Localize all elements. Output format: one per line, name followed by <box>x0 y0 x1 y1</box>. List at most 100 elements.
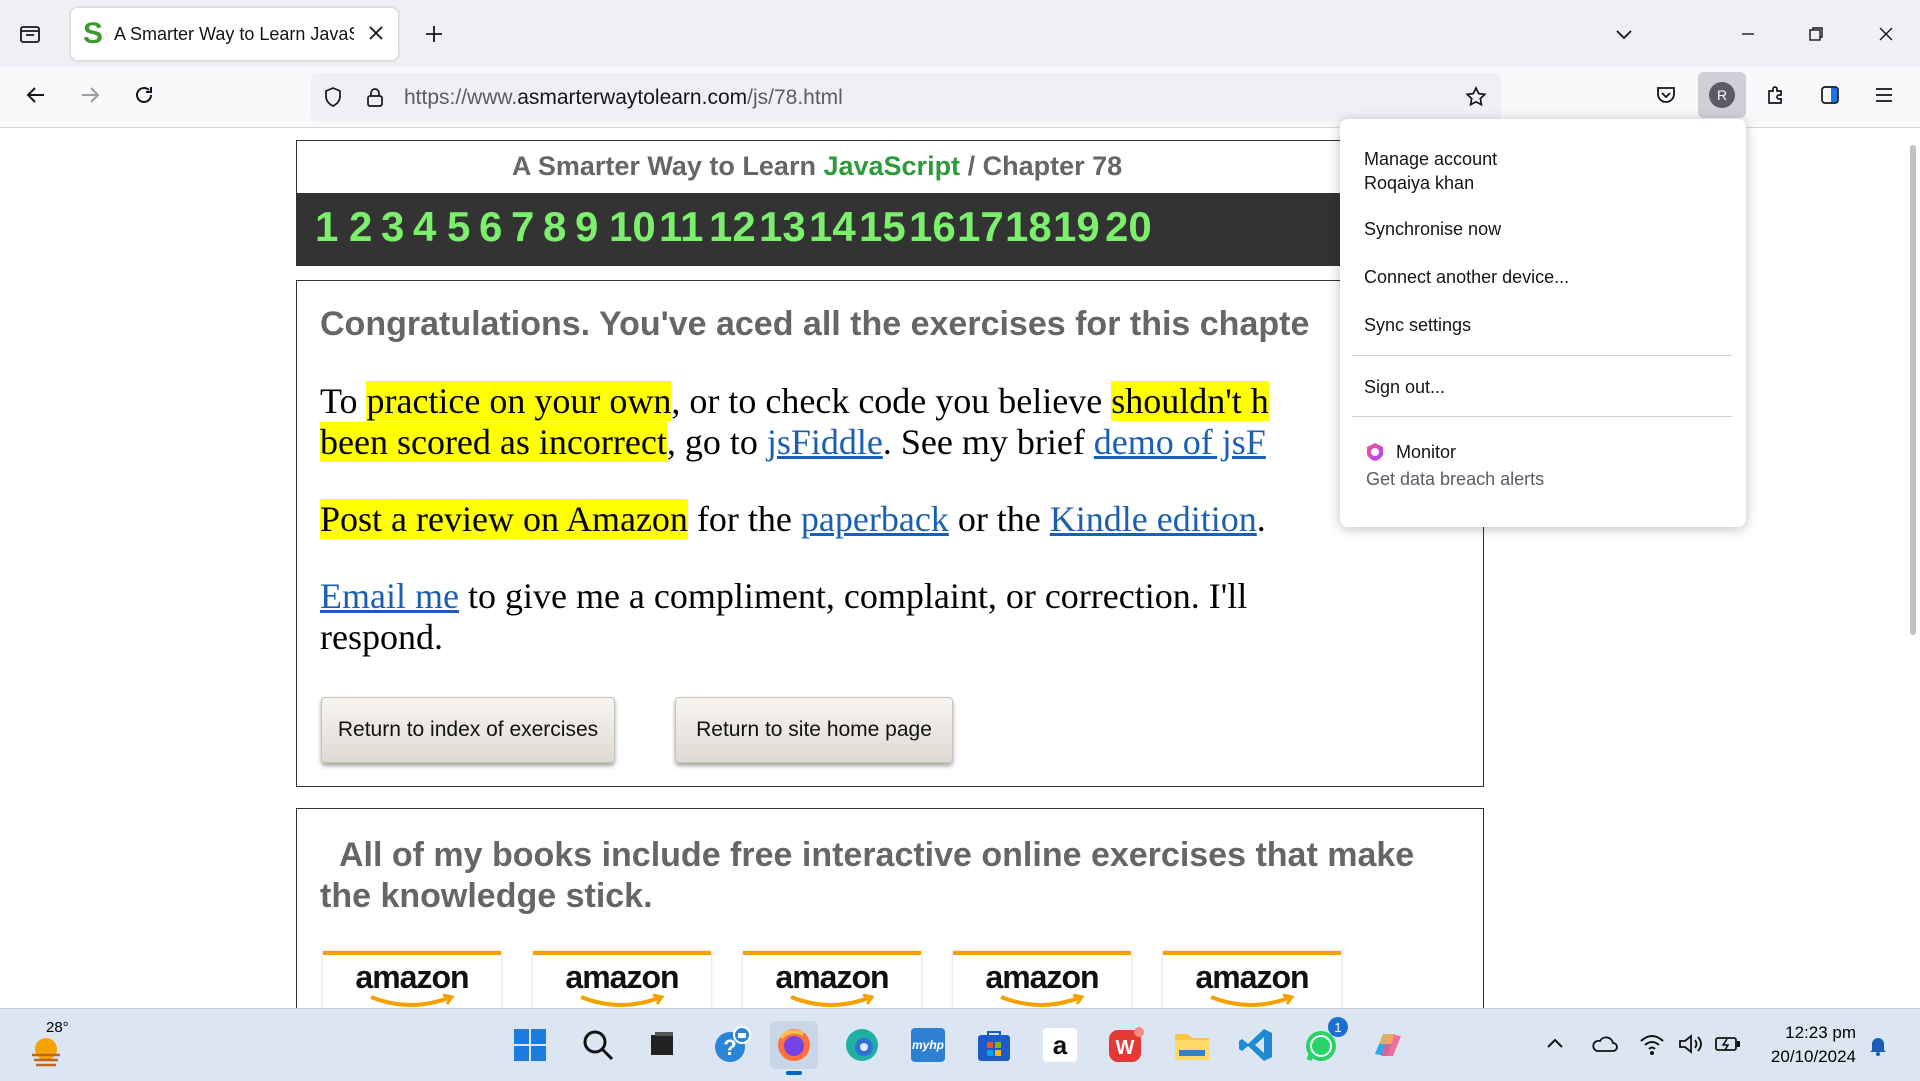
chapter-link-20[interactable]: 20 <box>1105 203 1152 251</box>
kindle-edition-link[interactable]: Kindle edition <box>1050 499 1257 539</box>
monitor-item[interactable]: Monitor Get data breach alerts <box>1364 441 1544 490</box>
chapter-link-4[interactable]: 4 <box>413 203 436 251</box>
tab-overview-button[interactable] <box>10 14 50 54</box>
return-to-index-button[interactable]: Return to index of exercises <box>321 697 615 763</box>
text: respond. <box>320 617 443 657</box>
url-domain: asmarterwaytolearn.com <box>517 86 748 109</box>
chapter-link-19[interactable]: 19 <box>1053 203 1100 251</box>
extensions-button[interactable] <box>1756 75 1796 115</box>
weather-widget[interactable]: 28° <box>24 1019 84 1069</box>
amazon-smile-icon <box>580 993 665 1007</box>
whatsapp-taskbar-button[interactable]: 1 <box>1298 1017 1348 1069</box>
list-all-tabs-button[interactable] <box>1604 14 1644 54</box>
url-text[interactable]: https://www.asmarterwaytolearn.com/js/78… <box>404 86 843 110</box>
minimize-window-button[interactable] <box>1724 14 1772 54</box>
amazon-book-link[interactable]: amazon <box>743 951 921 1008</box>
cloud-icon <box>1592 1036 1618 1052</box>
search-button[interactable] <box>574 1021 622 1069</box>
onedrive-tray-button[interactable] <box>1590 1033 1618 1055</box>
close-tab-icon[interactable] <box>364 21 388 45</box>
chapter-link-8[interactable]: 8 <box>543 203 566 251</box>
amazon-logo: amazon <box>775 959 889 995</box>
amazon-book-link[interactable]: amazon <box>323 951 501 1008</box>
chapter-link-15[interactable]: 15 <box>859 203 906 251</box>
reload-button[interactable] <box>124 75 164 115</box>
chapter-navigation: 1 2 3 4 5 6 7 8 9 10 11 12 13 14 15 16 17 18 19 20 <box>297 193 1483 265</box>
synchronise-now-item[interactable]: Synchronise now <box>1364 219 1501 240</box>
address-bar[interactable]: https://www.asmarterwaytolearn.com/js/78… <box>311 73 1501 121</box>
pocket-button[interactable] <box>1646 75 1686 115</box>
account-button[interactable]: R <box>1698 72 1746 118</box>
amazon-smile-icon <box>1000 993 1085 1007</box>
amazon-book-link[interactable]: amazon <box>1163 951 1341 1008</box>
chapter-link-12[interactable]: 12 <box>709 203 756 251</box>
chapter-link-14[interactable]: 14 <box>809 203 856 251</box>
sign-out-item[interactable]: Sign out... <box>1364 377 1445 398</box>
network-volume-battery-group[interactable] <box>1638 1031 1742 1057</box>
lock-icon[interactable] <box>363 85 387 109</box>
chapter-link-5[interactable]: 5 <box>447 203 470 251</box>
arrow-right-icon <box>82 87 100 103</box>
chapter-link-13[interactable]: 13 <box>759 203 806 251</box>
chapter-link-3[interactable]: 3 <box>381 203 404 251</box>
chapter-link-6[interactable]: 6 <box>479 203 502 251</box>
jsfiddle-link[interactable]: jsFiddle <box>767 422 883 462</box>
forward-button[interactable] <box>70 75 110 115</box>
shield-icon[interactable] <box>321 85 345 109</box>
bookmark-star-icon[interactable] <box>1464 85 1488 109</box>
jsfiddle-demo-link[interactable]: demo of jsF <box>1094 422 1266 462</box>
browser-tab-active[interactable]: S A Smarter Way to Learn JavaScr <box>71 8 398 60</box>
page-scrollbar[interactable] <box>1910 145 1916 635</box>
chapter-link-1[interactable]: 1 <box>315 203 338 251</box>
close-window-button[interactable] <box>1862 14 1910 54</box>
manage-account-item[interactable]: Manage account Roqaiya khan <box>1364 147 1497 195</box>
chapter-link-7[interactable]: 7 <box>511 203 534 251</box>
chapter-link-2[interactable]: 2 <box>349 203 372 251</box>
sync-settings-item[interactable]: Sync settings <box>1364 315 1471 336</box>
file-explorer-taskbar-button[interactable] <box>1168 1021 1216 1069</box>
congrats-heading: Congratulations. You've aced all the exe… <box>320 305 1310 343</box>
email-me-link[interactable]: Email me <box>320 576 459 616</box>
connect-device-item[interactable]: Connect another device... <box>1364 267 1569 288</box>
restore-window-button[interactable] <box>1792 14 1840 54</box>
amazon-book-link[interactable]: amazon <box>533 951 711 1008</box>
chapter-link-9[interactable]: 9 <box>575 203 598 251</box>
chapter-link-18[interactable]: 18 <box>1005 203 1052 251</box>
new-tab-button[interactable] <box>414 14 454 54</box>
app-menu-button[interactable] <box>1864 75 1904 115</box>
wps-office-icon: W <box>1109 1027 1144 1062</box>
amazon-logo: amazon <box>565 959 679 995</box>
help-app-button[interactable]: ? <box>708 1021 756 1069</box>
copilot-taskbar-button[interactable] <box>1364 1021 1412 1069</box>
microsoft-store-icon <box>978 1031 1010 1061</box>
vscode-taskbar-button[interactable] <box>1232 1021 1280 1069</box>
clock[interactable]: 12:23 pm 20/10/2024 <box>1752 1021 1856 1069</box>
books-panel: All of my books include free interactive… <box>296 808 1484 1008</box>
firefox-taskbar-button[interactable] <box>770 1021 818 1075</box>
notifications-button[interactable] <box>1866 1033 1890 1057</box>
start-button[interactable] <box>506 1021 554 1069</box>
amazon-book-link[interactable]: amazon <box>953 951 1131 1008</box>
return-to-home-button[interactable]: Return to site home page <box>675 697 953 763</box>
amazon-taskbar-button[interactable]: a <box>1036 1021 1084 1069</box>
volume-icon <box>1679 1034 1702 1054</box>
show-hidden-icons-button[interactable] <box>1544 1033 1566 1055</box>
text: , or to check code you believe <box>671 381 1112 421</box>
back-button[interactable] <box>16 75 56 115</box>
chapter-link-11[interactable]: 11 <box>659 203 703 251</box>
clock-date: 20/10/2024 <box>1770 1047 1856 1066</box>
chapter-link-17[interactable]: 17 <box>957 203 1004 251</box>
store-taskbar-button[interactable] <box>970 1021 1018 1069</box>
url-path: /js/78.html <box>747 86 843 109</box>
sidebar-button[interactable] <box>1810 75 1850 115</box>
chapter-link-10[interactable]: 10 <box>609 203 656 251</box>
text: . <box>1256 499 1266 539</box>
chapter-link-16[interactable]: 16 <box>909 203 956 251</box>
task-view-button[interactable] <box>638 1021 686 1069</box>
edge-taskbar-button[interactable] <box>838 1021 886 1069</box>
paperback-link[interactable]: paperback <box>801 499 949 539</box>
minimize-icon <box>1742 33 1754 35</box>
highlighted-text: been scored as incorrect <box>320 422 667 462</box>
wps-office-taskbar-button[interactable]: W <box>1102 1021 1150 1069</box>
myhp-taskbar-button[interactable]: myhp <box>904 1021 952 1069</box>
